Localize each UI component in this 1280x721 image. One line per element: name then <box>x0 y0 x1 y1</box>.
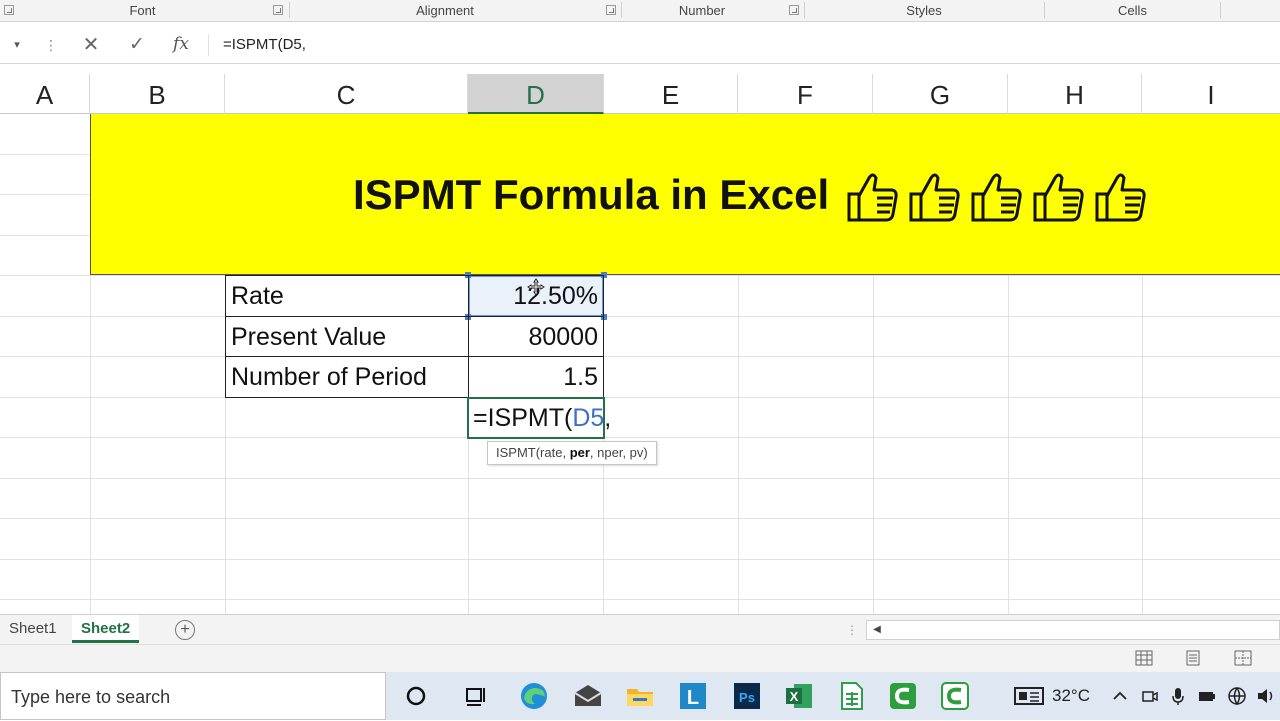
grid-line <box>0 478 1280 479</box>
grid-line <box>0 518 1280 519</box>
task-view-icon[interactable] <box>460 680 492 712</box>
tooltip-remaining-arguments: , nper, pv) <box>589 445 648 460</box>
formula-bar-grip[interactable]: ⋮ <box>44 34 58 56</box>
number-of-period-value[interactable]: 1.5 <box>470 357 598 397</box>
weather-temperature[interactable]: 32°C <box>1052 672 1090 720</box>
ribbon-group-alignment: Alignment <box>416 3 474 18</box>
thumbs-up-icon <box>971 173 1022 222</box>
grid-line <box>0 316 1280 317</box>
page-break-view-icon[interactable] <box>1234 650 1252 666</box>
sheet-tab-bar: Sheet1 Sheet2 + ⋮ ◀ <box>0 614 1280 644</box>
ribbon-group-styles: Styles <box>906 3 942 18</box>
meet-now-icon[interactable] <box>1140 686 1160 706</box>
normal-view-icon[interactable] <box>1135 650 1153 666</box>
news-widget-icon[interactable] <box>1014 686 1044 706</box>
app-l-icon[interactable]: L <box>677 680 709 712</box>
table-column-divider <box>468 275 469 398</box>
microphone-icon[interactable] <box>1168 686 1188 706</box>
number-of-period-label[interactable]: Number of Period <box>231 357 427 397</box>
column-header-g[interactable]: G <box>873 74 1008 114</box>
excel-icon[interactable]: X <box>783 680 815 712</box>
ribbon-group-cells: Cells <box>1118 3 1147 18</box>
grid-line <box>0 397 1280 398</box>
battery-icon[interactable] <box>1197 686 1217 706</box>
grid-line <box>0 356 1280 357</box>
worksheet-grid[interactable]: ISPMT Formula in Excel Rate 12.50% Prese… <box>0 114 1280 614</box>
photoshop-icon[interactable]: Ps <box>731 680 763 712</box>
thumbs-up-icon <box>1033 173 1084 222</box>
editing-cell-d8[interactable]: =ISPMT(D5, <box>467 397 611 439</box>
tab-split-grip[interactable]: ⋮ <box>846 620 858 640</box>
formula-suffix: , <box>604 404 612 432</box>
insert-function-icon[interactable]: fx <box>170 32 192 56</box>
title-banner[interactable]: ISPMT Formula in Excel <box>90 114 1280 275</box>
ribbon-separator <box>1220 2 1221 18</box>
rate-label[interactable]: Rate <box>231 276 284 316</box>
number-launcher-icon[interactable] <box>789 5 799 15</box>
column-header-c[interactable]: C <box>225 74 468 114</box>
svg-text:Ps: Ps <box>739 690 755 705</box>
move-cursor-icon <box>527 278 545 296</box>
formula-bar: ▾ ⋮ ✕ ✓ fx =ISPMT(D5, <box>0 22 1280 64</box>
scroll-left-icon[interactable]: ◀ <box>867 621 887 639</box>
tooltip-current-argument: per <box>569 445 590 460</box>
mail-icon[interactable] <box>572 680 604 712</box>
add-sheet-icon[interactable]: + <box>175 620 195 640</box>
volume-icon[interactable] <box>1256 686 1276 706</box>
column-header-h[interactable]: H <box>1008 74 1142 114</box>
svg-text:X: X <box>790 689 799 704</box>
file-explorer-icon[interactable] <box>624 680 656 712</box>
grid-line <box>0 599 1280 600</box>
editing-formula[interactable]: =ISPMT(D5, <box>473 399 611 437</box>
column-header-a[interactable]: A <box>0 74 90 114</box>
horizontal-scrollbar[interactable]: ◀ <box>866 620 1280 640</box>
clipboard-launcher-icon[interactable] <box>4 5 14 15</box>
column-header-f[interactable]: F <box>738 74 873 114</box>
tooltip-function: ISPMT(rate, <box>496 445 570 460</box>
thumbs-up-icon <box>1095 173 1146 222</box>
sheet-tab-sheet1[interactable]: Sheet1 <box>0 615 66 643</box>
taskbar-search-box[interactable]: Type here to search <box>0 672 386 720</box>
grid-line <box>0 437 1280 438</box>
chevron-up-icon[interactable] <box>1110 686 1130 706</box>
column-header-d[interactable]: D <box>468 74 604 114</box>
page-layout-view-icon[interactable] <box>1184 650 1202 666</box>
sheet-tab-sheet2[interactable]: Sheet2 <box>72 615 140 643</box>
function-arguments-tooltip[interactable]: ISPMT(rate, per, nper, pv) <box>487 441 657 465</box>
thumbs-up-icon <box>847 173 898 222</box>
present-value-value[interactable]: 80000 <box>470 317 598 357</box>
windows-taskbar: Type here to search L Ps X 32°C <box>0 672 1280 720</box>
camtasia-recorder-icon[interactable] <box>939 680 971 712</box>
grid-line <box>0 559 1280 560</box>
column-header-i[interactable]: I <box>1142 74 1280 114</box>
cortana-icon[interactable] <box>400 680 432 712</box>
cancel-icon[interactable]: ✕ <box>80 34 102 56</box>
name-box-dropdown[interactable]: ▾ <box>4 34 30 56</box>
column-headers: A B C D E F G H I <box>0 74 1280 114</box>
ribbon-group-labels: Font Alignment Number Styles Cells <box>0 0 1280 22</box>
font-launcher-icon[interactable] <box>273 5 283 15</box>
banner-title: ISPMT Formula in Excel <box>353 171 830 218</box>
present-value-label[interactable]: Present Value <box>231 317 386 357</box>
alignment-launcher-icon[interactable] <box>606 5 616 15</box>
formula-input[interactable]: =ISPMT(D5, <box>208 34 1268 56</box>
status-bar <box>0 644 1280 672</box>
network-globe-icon[interactable] <box>1227 686 1247 706</box>
edge-browser-icon[interactable] <box>518 680 550 712</box>
camtasia-icon[interactable] <box>887 680 919 712</box>
enter-icon[interactable]: ✓ <box>126 34 148 56</box>
spreadsheet-file-icon[interactable] <box>835 680 867 712</box>
formula-prefix: =ISPMT( <box>473 404 573 432</box>
column-header-e[interactable]: E <box>604 74 738 114</box>
search-placeholder: Type here to search <box>11 687 171 707</box>
grid-line <box>0 275 1280 276</box>
column-header-b[interactable]: B <box>90 74 225 114</box>
formula-reference: D5 <box>572 404 605 432</box>
ribbon-group-font: Font <box>129 3 156 18</box>
svg-text:L: L <box>687 687 699 709</box>
ribbon-group-number: Number <box>678 3 726 18</box>
thumbs-up-icon <box>909 173 960 222</box>
